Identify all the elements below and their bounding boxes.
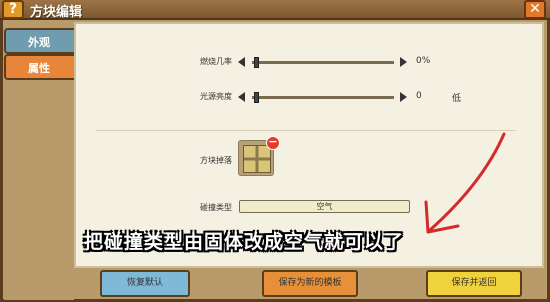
block-drop-label: 方块掉落 [200, 156, 232, 165]
sidebar: 外观 属性 [4, 24, 78, 300]
light-brightness-level-text: 低 [452, 94, 462, 104]
light-brightness-slider[interactable] [252, 96, 394, 99]
save-and-return-button[interactable]: 保存并返回 [426, 270, 522, 297]
annotation-arrow [424, 132, 506, 234]
burn-chance-slider-handle[interactable] [254, 57, 259, 68]
light-brightness-label: 光源亮度 [200, 92, 232, 101]
window-title: 方块编辑 [30, 5, 83, 20]
burn-chance-decrease-button[interactable] [238, 57, 245, 67]
restore-default-button[interactable]: 恢复默认 [100, 270, 190, 297]
remove-drop-button[interactable]: − [266, 136, 280, 150]
title-bar: ? 方块编辑 ✕ [0, 0, 550, 20]
tab-attributes[interactable]: 属性 [4, 54, 78, 80]
subtitle-caption: 把碰撞类型由固体改成空气就可以了 [84, 231, 405, 253]
light-brightness-value: 0 [416, 91, 422, 101]
burn-chance-label: 燃烧几率 [200, 57, 232, 66]
close-button[interactable]: ✕ [524, 0, 546, 19]
tab-appearance[interactable]: 外观 [4, 28, 78, 54]
section-divider [96, 130, 516, 131]
burn-chance-increase-button[interactable] [400, 57, 407, 67]
help-button[interactable]: ? [2, 0, 24, 19]
burn-chance-value: 0% [416, 56, 431, 66]
save-as-template-button[interactable]: 保存为新的模板 [262, 270, 358, 297]
burn-chance-slider[interactable] [252, 61, 394, 64]
collision-type-select[interactable]: 空气 [239, 200, 410, 213]
light-brightness-increase-button[interactable] [400, 92, 407, 102]
light-brightness-decrease-button[interactable] [238, 92, 245, 102]
light-brightness-slider-handle[interactable] [254, 92, 259, 103]
sand-block-icon [243, 145, 271, 173]
collision-type-label: 碰撞类型 [200, 203, 232, 212]
